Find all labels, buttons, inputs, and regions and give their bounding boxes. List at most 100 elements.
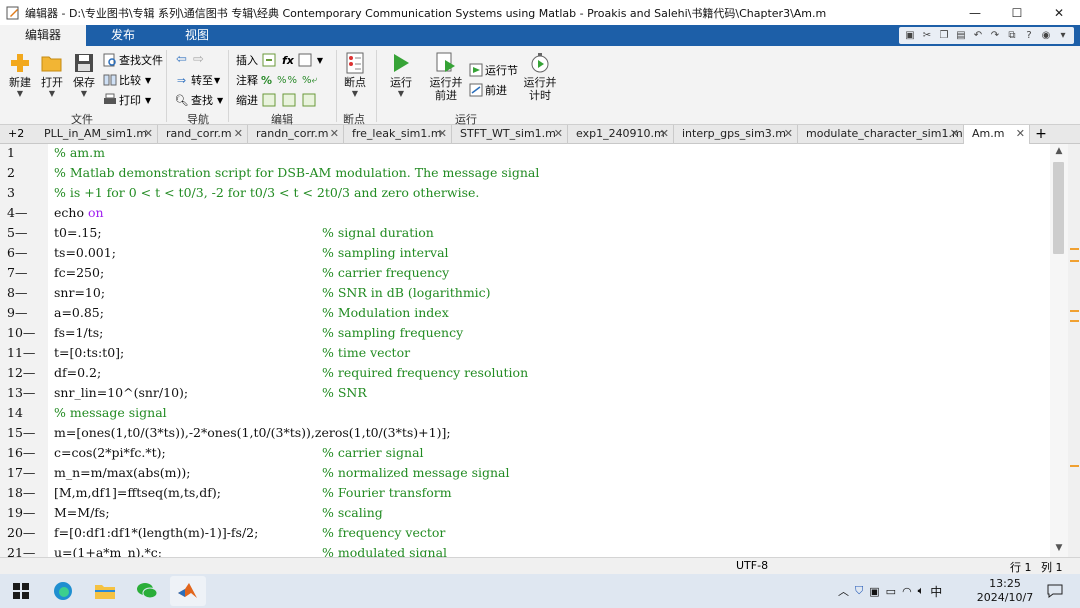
code-line[interactable]: 8— snr=10; % SNR in dB (logarithmic)	[0, 283, 1068, 303]
chevron-up-icon[interactable]: ︿	[838, 583, 849, 599]
file-tab[interactable]: modulate_character_sim1.m ✕	[798, 125, 964, 144]
line-number[interactable]: 11—	[7, 343, 47, 363]
close-icon[interactable]: ✕	[144, 125, 153, 143]
line-number[interactable]: 5—	[7, 223, 47, 243]
file-tab[interactable]: randn_corr.m ✕	[248, 125, 344, 144]
find-button[interactable]: 🔍︎ 查找 ▼	[174, 92, 224, 108]
line-number[interactable]: 12—	[7, 363, 47, 383]
file-tab[interactable]: fre_leak_sim1.m ✕	[344, 125, 452, 144]
code-line[interactable]: 9— a=0.85; % Modulation index	[0, 303, 1068, 323]
close-icon[interactable]: ✕	[330, 125, 339, 143]
ime-indicator[interactable]: 中	[930, 583, 942, 600]
wrap-comments-icon[interactable]: %⤶	[302, 75, 317, 86]
advance-button[interactable]: 前进	[468, 82, 507, 98]
expand-icon[interactable]: ▾	[1056, 29, 1070, 42]
code-line[interactable]: 6— ts=0.001; % sampling interval	[0, 243, 1068, 263]
code-line[interactable]: 10— fs=1/ts; % sampling frequency	[0, 323, 1068, 343]
save-button[interactable]: 保存 ▼	[70, 52, 98, 98]
line-number[interactable]: 7—	[7, 263, 47, 283]
print-button[interactable]: 打印 ▼	[102, 92, 151, 108]
warning-marker[interactable]	[1070, 248, 1079, 250]
run-and-advance-button[interactable]: 运行并 前进	[426, 52, 466, 102]
line-number[interactable]: 4—	[7, 203, 47, 223]
indent-right-icon[interactable]	[281, 93, 296, 108]
file-tab[interactable]: STFT_WT_sim1.m ✕	[452, 125, 568, 144]
percent-icon[interactable]: %	[261, 74, 272, 87]
line-number[interactable]: 6—	[7, 243, 47, 263]
open-button[interactable]: 打开 ▼	[38, 52, 66, 98]
line-number[interactable]: 1	[7, 144, 47, 163]
warning-marker[interactable]	[1070, 465, 1079, 467]
indent-button[interactable]: 缩进	[236, 92, 318, 108]
code-line[interactable]: 18— [M,m,df1]=fftseq(m,ts,df); % Fourier t…	[0, 483, 1068, 503]
code-line[interactable]: 5— t0=.15; % signal duration	[0, 223, 1068, 243]
file-tab[interactable]: interp_gps_sim3.m ✕	[674, 125, 798, 144]
maximize-icon[interactable]: ☐	[996, 0, 1038, 25]
run-button[interactable]: 运行 ▼	[384, 52, 418, 98]
help-icon[interactable]: ?	[1022, 29, 1036, 42]
code-line[interactable]: 7— fc=250; % carrier frequency	[0, 263, 1068, 283]
smart-indent-icon[interactable]	[261, 93, 276, 108]
function-browser-icon[interactable]	[298, 53, 313, 68]
line-number[interactable]: 14	[7, 403, 47, 423]
code-line[interactable]: 13— snr_lin=10^(snr/10); % SNR	[0, 383, 1068, 403]
vertical-scrollbar[interactable]: ▲ ▼	[1050, 144, 1068, 557]
close-icon[interactable]: ✕	[1016, 125, 1025, 143]
line-number[interactable]: 8—	[7, 283, 47, 303]
file-tab-active[interactable]: Am.m ✕	[964, 125, 1030, 144]
file-tab[interactable]: rand_corr.m ✕	[158, 125, 248, 144]
indent-left-icon[interactable]	[301, 93, 316, 108]
close-icon[interactable]: ✕	[660, 125, 669, 143]
redo-icon[interactable]: ↷	[988, 29, 1002, 42]
clock[interactable]: 13:25 2024/10/7	[976, 577, 1034, 605]
code-editor[interactable]: 1 % am.m 2 % Matlab demonstration script fo…	[0, 144, 1068, 557]
code-line[interactable]: 15— m=[ones(1,t0/(3*ts)),-2*ones(1,t0/(3*…	[0, 423, 1068, 443]
wechat-icon[interactable]	[134, 579, 160, 603]
close-icon[interactable]: ✕	[234, 125, 243, 143]
switch-window-icon[interactable]: ⧉	[1005, 29, 1019, 42]
arrow-left-icon[interactable]: ⇦	[174, 52, 189, 67]
line-number[interactable]: 10—	[7, 323, 47, 343]
speaker-icon[interactable]: 🔈︎	[918, 584, 925, 598]
find-files-button[interactable]: 查找文件	[102, 52, 163, 68]
line-number[interactable]: 17—	[7, 463, 47, 483]
tab-view[interactable]: 视图	[160, 25, 234, 46]
code-line[interactable]: 20— f=[0:df1:df1*(length(m)-1)]-fs/2; % fr…	[0, 523, 1068, 543]
back-forward-buttons[interactable]: ⇦ ⇨	[174, 52, 208, 67]
compare-button[interactable]: 比较 ▼	[102, 72, 151, 88]
code-line[interactable]: 21— u=(1+a*m_n).*c; % modulated signal	[0, 543, 1068, 557]
shield-icon[interactable]: ⛉	[855, 584, 863, 598]
warning-marker[interactable]	[1070, 320, 1079, 322]
battery-icon[interactable]: ▭	[886, 585, 896, 598]
add-tab-button[interactable]: +	[1030, 125, 1052, 144]
comment-toggle-icon[interactable]: % %	[277, 75, 297, 86]
breakpoints-button[interactable]: 断点 ▼	[340, 52, 370, 98]
line-number[interactable]: 20—	[7, 523, 47, 543]
wifi-icon[interactable]: ◠	[902, 585, 912, 598]
edge-browser-icon[interactable]	[50, 579, 76, 603]
close-icon[interactable]: ✕	[554, 125, 563, 143]
line-number[interactable]: 2	[7, 163, 47, 183]
undo-icon[interactable]: ↶	[971, 29, 985, 42]
close-icon[interactable]: ✕	[1038, 0, 1080, 25]
minimize-icon[interactable]: —	[954, 0, 996, 25]
scrollbar-thumb[interactable]	[1053, 162, 1064, 254]
warning-marker[interactable]	[1070, 260, 1079, 262]
save-icon[interactable]: ▣	[903, 29, 917, 42]
file-explorer-icon[interactable]	[92, 579, 118, 603]
line-number[interactable]: 15—	[7, 423, 47, 443]
matlab-icon[interactable]	[170, 576, 206, 606]
file-tab[interactable]: PLL_in_AM_sim1.m ✕	[36, 125, 158, 144]
line-number[interactable]: 19—	[7, 503, 47, 523]
comment-button[interactable]: 注释 % % % %⤶	[236, 72, 317, 88]
hidden-tabs-count[interactable]: +2	[8, 125, 24, 143]
warning-marker[interactable]	[1070, 310, 1079, 312]
code-line[interactable]: 16— c=cos(2*pi*fc.*t); % carrier signal	[0, 443, 1068, 463]
paste-icon[interactable]: ▤	[954, 29, 968, 42]
code-line[interactable]: 17— m_n=m/max(abs(m)); % normalized messag…	[0, 463, 1068, 483]
code-line[interactable]: 19— M=M/fs; % scaling	[0, 503, 1068, 523]
copy-icon[interactable]: ❐	[937, 29, 951, 42]
line-number[interactable]: 13—	[7, 383, 47, 403]
close-icon[interactable]: ✕	[950, 125, 959, 143]
windows-start-icon[interactable]	[8, 579, 34, 603]
